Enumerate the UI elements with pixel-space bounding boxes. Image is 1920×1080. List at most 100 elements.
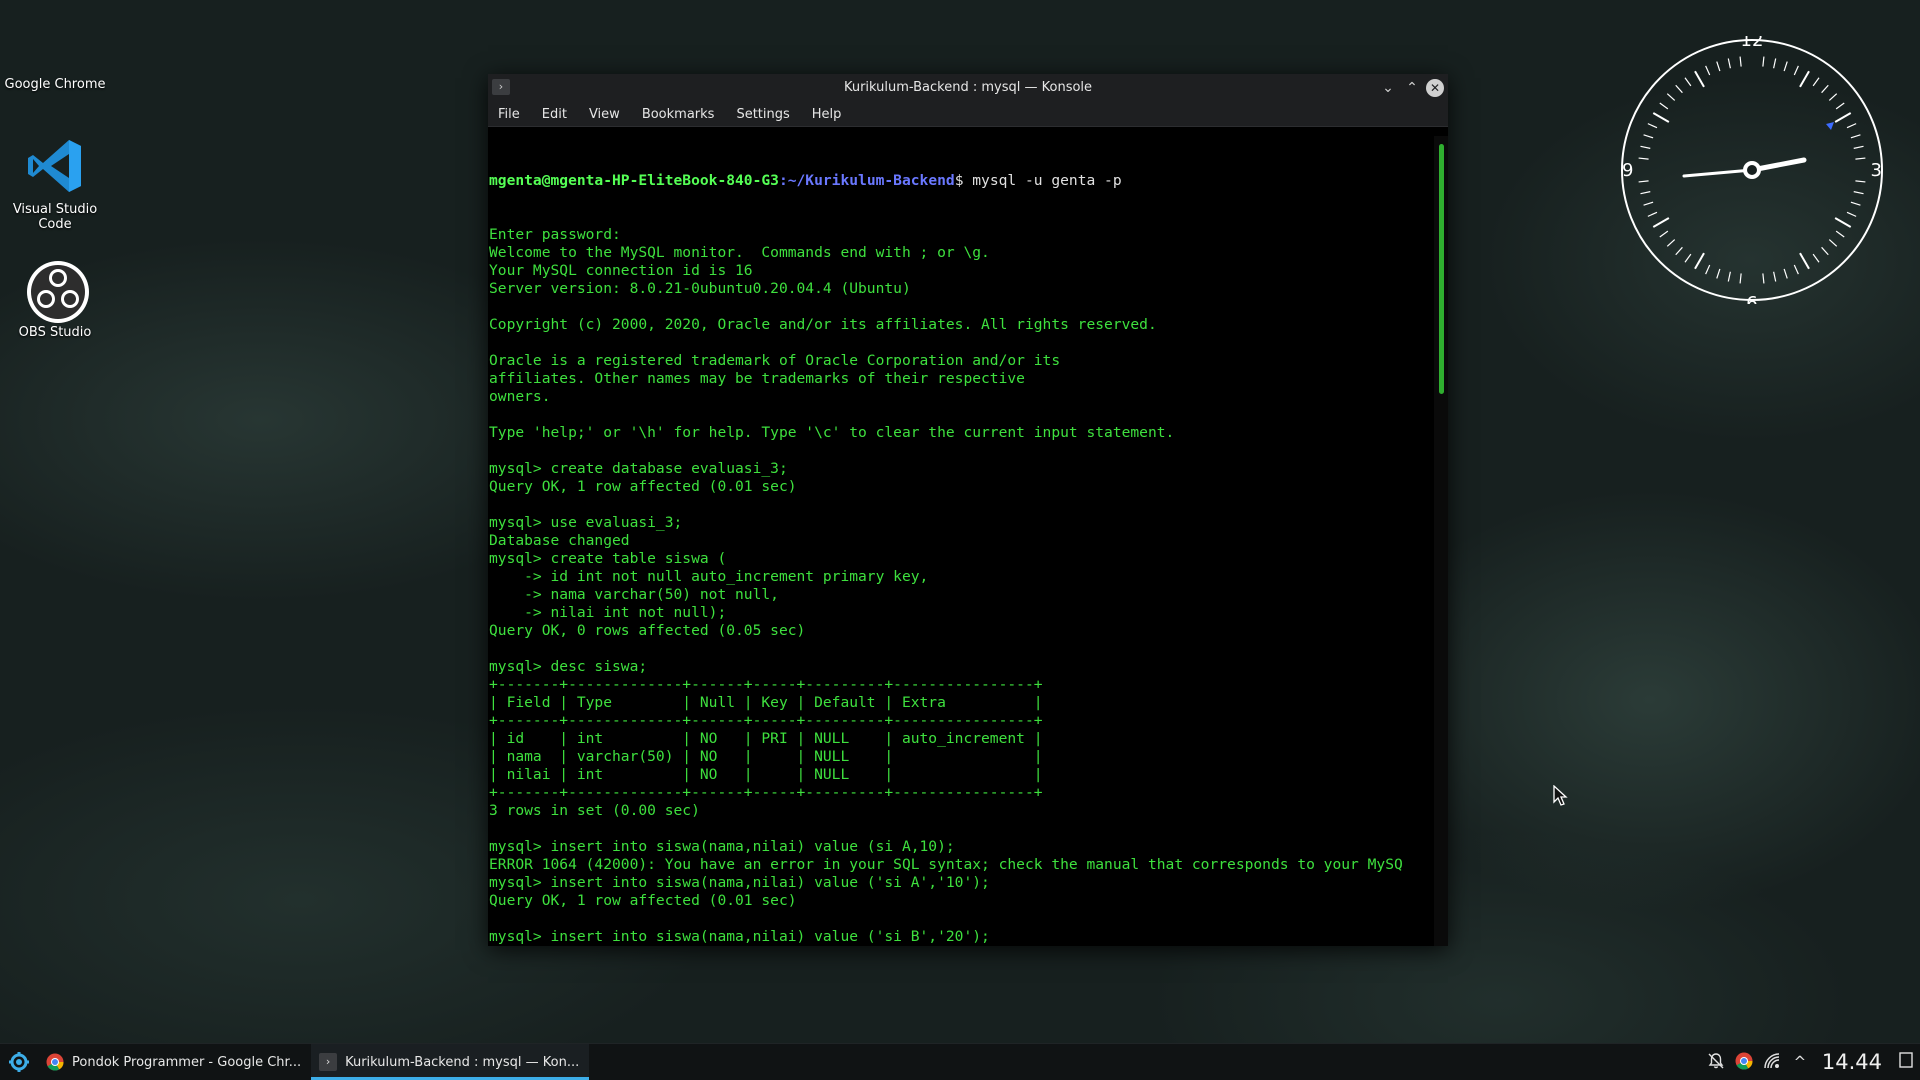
clock-tick	[1762, 273, 1765, 284]
show-desktop-icon[interactable]	[1896, 1052, 1916, 1072]
clock-label-12: 12	[1741, 36, 1764, 51]
clock-tick	[1834, 217, 1852, 228]
clock-tick	[1675, 246, 1683, 256]
clock-tick	[1727, 58, 1731, 69]
menu-edit[interactable]: Edit	[542, 107, 567, 122]
terminal-line: Type 'help;' or '\h' for help. Type '\c'…	[489, 424, 1175, 441]
terminal-line: Oracle is a registered trademark of Orac…	[489, 352, 1061, 369]
terminal-line: owners.	[489, 388, 551, 405]
clock-tick	[1643, 201, 1654, 206]
clock-tick	[1647, 211, 1658, 217]
clock-tick	[1821, 84, 1829, 94]
terminal-line: mysql> create table siswa (	[489, 550, 727, 567]
task-chrome[interactable]: Pondok Programmer - Google Chr...	[38, 1044, 311, 1080]
clock-tick	[1739, 56, 1742, 67]
terminal-line: | nilai | int | NO | | NULL | |	[489, 766, 1043, 783]
clock-tick	[1694, 70, 1705, 88]
prompt-path: :~/Kurikulum-Backend	[778, 172, 955, 189]
clock-tick	[1716, 61, 1721, 72]
terminal-line: +-------+-------------+------+-----+----…	[489, 712, 1043, 729]
task-konsole[interactable]: › Kurikulum-Backend : mysql — Kon...	[311, 1044, 590, 1080]
terminal-line: | Field | Type | Null | Key | Default | …	[489, 694, 1043, 711]
terminal-line: ERROR 1064 (42000): You have an error in…	[489, 856, 1403, 873]
system-tray: ^ 14.44	[1702, 1044, 1920, 1080]
clock-tick	[1783, 268, 1788, 279]
terminal-line: -> nama varchar(50) not null,	[489, 586, 779, 603]
wifi-icon[interactable]	[1762, 1052, 1782, 1072]
terminal-line: -> id int not null auto_increment primar…	[489, 568, 929, 585]
clock-tick	[1652, 217, 1670, 228]
terminal-line: affiliates. Other names may be trademark…	[489, 370, 1025, 387]
terminal-output[interactable]: mgenta@mgenta-HP-EliteBook-840-G3:~/Kuri…	[488, 136, 1434, 946]
terminal-line: Copyright (c) 2000, 2020, Oracle and/or …	[489, 316, 1157, 333]
mouse-cursor-icon	[1553, 784, 1569, 811]
clock-tick	[1835, 102, 1845, 110]
desktop-icon-obs-studio[interactable]: OBS Studio	[0, 259, 110, 340]
menu-bookmarks[interactable]: Bookmarks	[642, 107, 715, 122]
terminal-line: mysql> insert into siswa(nama,nilai) val…	[489, 874, 990, 891]
clock-tick	[1666, 239, 1676, 247]
clock-tick	[1855, 180, 1866, 183]
clock-tick	[1812, 77, 1820, 87]
clock-tick	[1684, 77, 1692, 87]
chevron-up-icon[interactable]: ^	[1790, 1052, 1810, 1072]
desktop-icon-google-chrome[interactable]: Google Chrome	[0, 77, 110, 92]
close-button[interactable]: ✕	[1426, 79, 1444, 97]
prompt-user-host: mgenta@mgenta-HP-EliteBook-840-G3	[489, 172, 779, 189]
vscode-icon	[25, 136, 85, 196]
desktop-icon-label: OBS Studio	[18, 325, 92, 340]
terminal-line: | id | int | NO | PRI | NULL | auto_incr…	[489, 730, 1043, 747]
clock-tick	[1853, 145, 1864, 149]
terminal-line: mysql> insert into siswa(nama,nilai) val…	[489, 838, 955, 855]
clock-tick	[1812, 253, 1820, 263]
menu-file[interactable]: File	[498, 107, 520, 122]
clock-label-9: 9	[1622, 160, 1633, 181]
taskbar-clock[interactable]: 14.44	[1822, 1050, 1882, 1074]
clock-tick	[1783, 61, 1788, 72]
application-launcher[interactable]	[0, 1044, 38, 1080]
terminal-line: mysql> use evaluasi_3;	[489, 514, 683, 531]
clock-minute-hand	[1682, 168, 1754, 178]
terminal-line: Database changed	[489, 532, 630, 549]
obs-icon	[25, 259, 89, 323]
konsole-icon: ›	[319, 1053, 338, 1071]
terminal-line: -> nilai int not null);	[489, 604, 727, 621]
clock-tick	[1793, 65, 1799, 76]
clock-tick	[1853, 191, 1864, 195]
clock-tick	[1773, 271, 1777, 282]
clock-tick	[1643, 134, 1654, 139]
clock-tick	[1716, 268, 1721, 279]
clock-tick	[1828, 93, 1838, 101]
chrome-tray-icon[interactable]	[1734, 1052, 1754, 1072]
menu-settings[interactable]: Settings	[736, 107, 789, 122]
terminal-scrollbar[interactable]	[1434, 136, 1448, 946]
clock-tick	[1855, 157, 1866, 160]
clock-tick	[1659, 230, 1669, 238]
konsole-window[interactable]: › Kurikulum-Backend : mysql — Konsole ⌄ …	[488, 74, 1448, 946]
window-titlebar[interactable]: › Kurikulum-Backend : mysql — Konsole ⌄ …	[488, 74, 1448, 102]
launcher-icon	[9, 1052, 29, 1072]
analog-clock-widget: 12 3 6 9	[1618, 30, 1886, 314]
menu-view[interactable]: View	[589, 107, 620, 122]
clock-tick	[1828, 239, 1838, 247]
minimize-button[interactable]: ⌄	[1378, 78, 1398, 98]
clock-tick	[1638, 157, 1649, 160]
terminal-line: +-------+-------------+------+-----+----…	[489, 784, 1043, 801]
terminal-line: | nama | varchar(50) | NO | | NULL | |	[489, 748, 1043, 765]
menu-help[interactable]: Help	[812, 107, 842, 122]
maximize-button[interactable]: ⌃	[1402, 78, 1422, 98]
clock-tick	[1821, 246, 1829, 256]
desktop-icon-vscode[interactable]: Visual Studio Code	[0, 136, 110, 232]
notifications-muted-icon[interactable]	[1706, 1052, 1726, 1072]
clock-tick	[1762, 56, 1765, 67]
clock-tick	[1659, 102, 1669, 110]
clock-tick	[1799, 70, 1810, 88]
scrollbar-thumb[interactable]	[1439, 144, 1444, 394]
terminal-prompt-line: mgenta@mgenta-HP-EliteBook-840-G3:~/Kuri…	[489, 172, 1434, 190]
desktop-icon-label: Google Chrome	[4, 77, 106, 92]
terminal-line: Your MySQL connection id is 16	[489, 262, 753, 279]
